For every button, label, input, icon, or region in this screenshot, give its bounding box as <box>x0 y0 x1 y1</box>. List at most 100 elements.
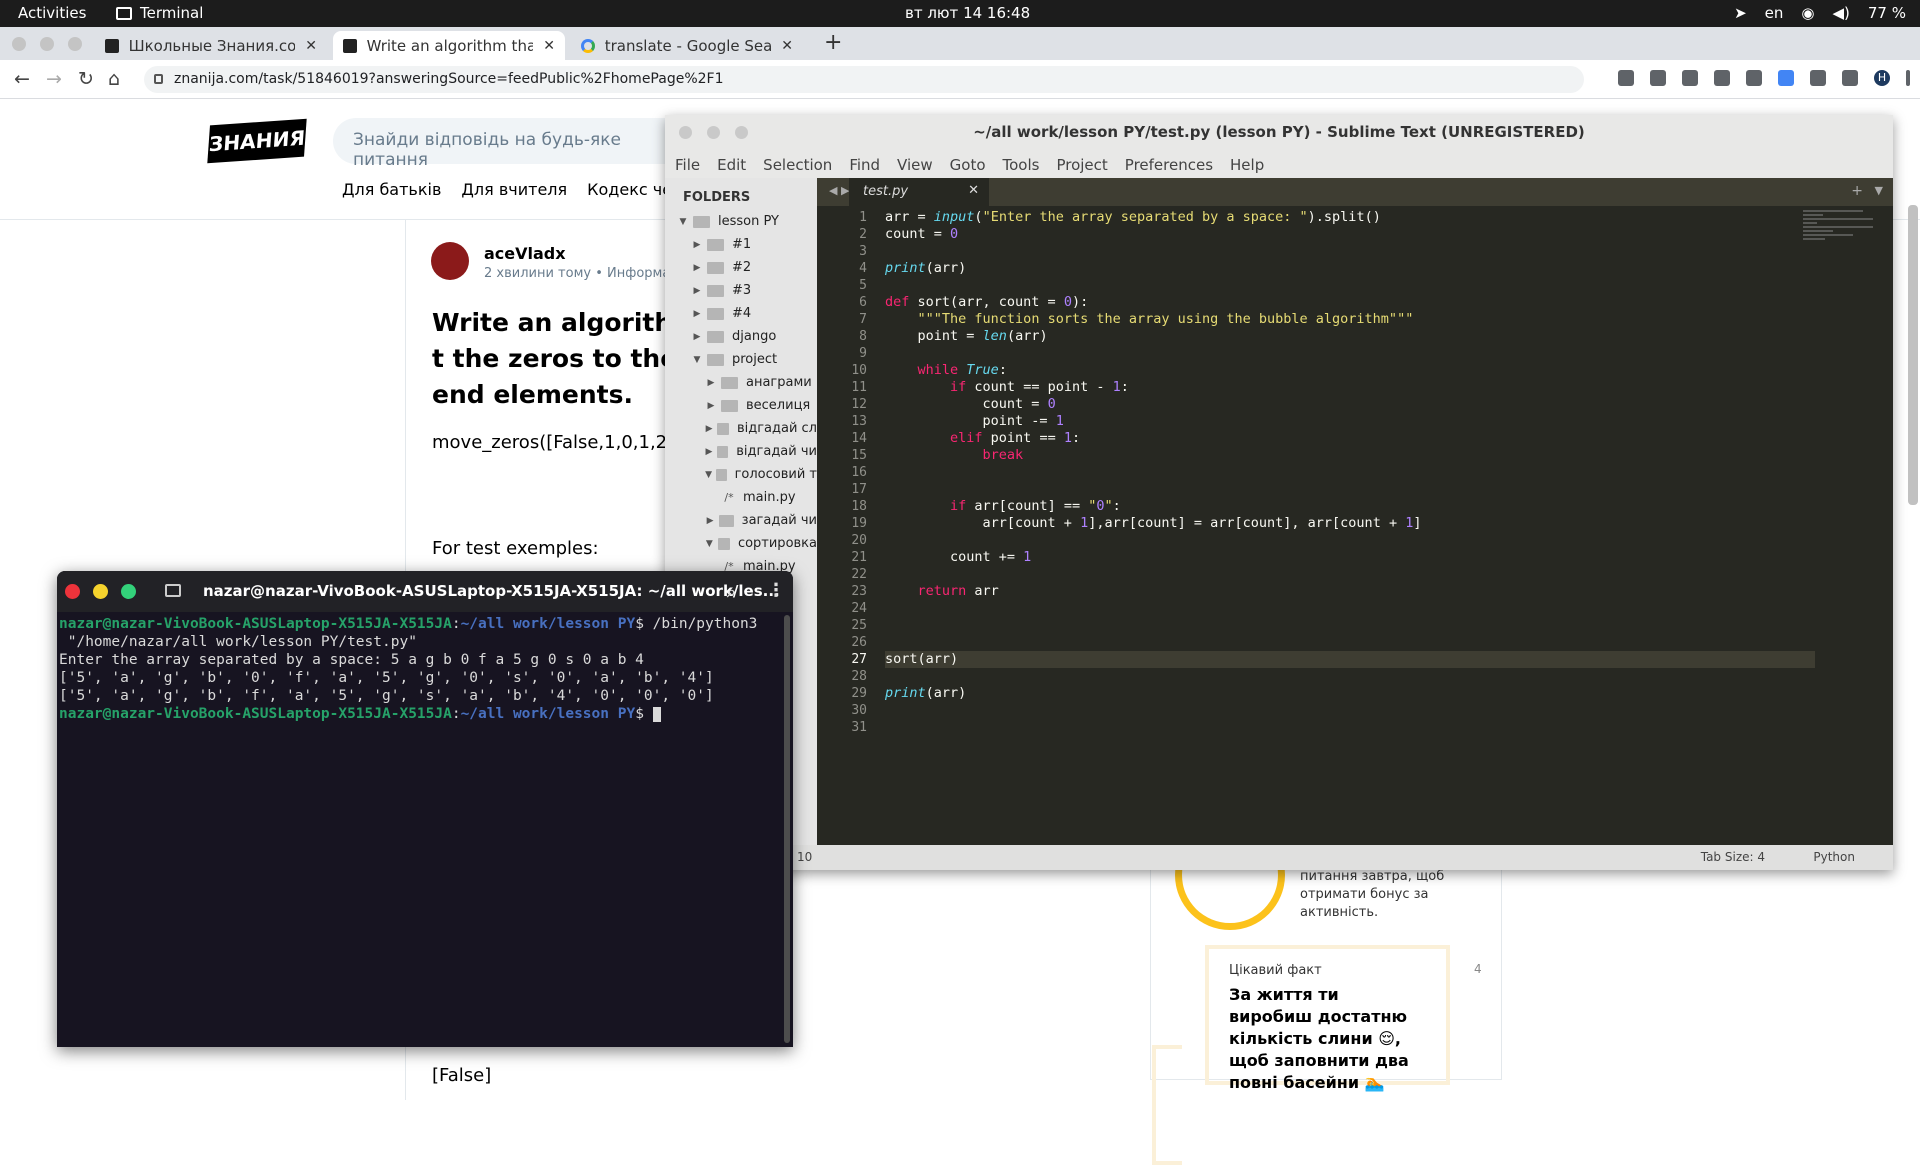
disclosure-arrow-icon[interactable]: ▼ <box>677 217 689 227</box>
code-editor[interactable]: arr = input("Enter the array separated b… <box>875 206 1815 845</box>
disclosure-arrow-icon[interactable]: ▶ <box>691 309 703 319</box>
menu-goto[interactable]: Goto <box>950 156 986 174</box>
reload-icon[interactable]: ↻ <box>78 68 94 90</box>
minimize-dot[interactable] <box>707 126 720 139</box>
tree-folder[interactable]: ▼ сортировка <box>665 532 817 555</box>
lock-icon[interactable] <box>154 74 163 84</box>
disclosure-arrow-icon[interactable]: ▶ <box>691 263 703 273</box>
disclosure-arrow-icon[interactable]: ▶ <box>691 240 703 250</box>
bookmark-star-icon[interactable] <box>1682 70 1698 86</box>
battery-label[interactable]: 77 % <box>1868 4 1906 22</box>
sublime-title-bar[interactable]: ~/all work/lesson PY/test.py (lesson PY)… <box>665 115 1893 150</box>
tree-folder[interactable]: ▶ #3 <box>665 279 817 302</box>
menu-selection[interactable]: Selection <box>763 156 832 174</box>
menu-kebab-icon[interactable] <box>1906 70 1910 86</box>
menu-tools[interactable]: Tools <box>1003 156 1040 174</box>
disclosure-arrow-icon[interactable]: ▶ <box>705 401 717 411</box>
activities-button[interactable]: Activities <box>18 4 86 22</box>
browser-tab-active[interactable]: Write an algorithm that t ✕ <box>333 31 565 60</box>
browser-tab[interactable]: translate - Google Search ✕ <box>571 31 803 60</box>
tree-folder[interactable]: ▶ анаграми <box>665 371 817 394</box>
disclosure-arrow-icon[interactable]: ▼ <box>705 539 714 549</box>
nav-link-teachers[interactable]: Для вчителя <box>461 180 567 199</box>
menu-file[interactable]: File <box>675 156 700 174</box>
close-tab-icon[interactable]: ✕ <box>968 183 979 198</box>
disclosure-arrow-icon[interactable]: /* <box>719 491 739 504</box>
disclosure-arrow-icon[interactable]: ▼ <box>691 355 703 365</box>
tree-folder[interactable]: ▶ відгадай чи <box>665 440 817 463</box>
wifi-icon[interactable]: ◉ <box>1801 4 1814 22</box>
new-tab-icon[interactable]: + <box>824 30 842 55</box>
close-tab-icon[interactable]: ✕ <box>781 38 793 54</box>
zoom-icon[interactable] <box>1618 70 1634 86</box>
tree-folder[interactable]: ▼ project <box>665 348 817 371</box>
tree-file[interactable]: /* main.py <box>665 486 817 509</box>
sidepanel-icon[interactable] <box>1842 70 1858 86</box>
extension-pen-icon[interactable] <box>1714 70 1730 86</box>
system-tray[interactable]: ➤ en ◉ ◀) 77 % <box>1734 4 1906 22</box>
author-avatar[interactable] <box>431 242 469 280</box>
terminal-scrollbar[interactable] <box>784 615 790 1043</box>
keyboard-language[interactable]: en <box>1765 4 1784 22</box>
nav-link-parents[interactable]: Для батьків <box>342 180 441 199</box>
address-bar[interactable]: znanija.com/task/51846019?answeringSourc… <box>144 66 1584 93</box>
browser-tab[interactable]: Школьные Знания.com - ✕ <box>95 31 327 60</box>
menu-kebab-icon[interactable]: ⋮ <box>767 580 785 601</box>
volume-icon[interactable]: ◀) <box>1833 4 1850 22</box>
tab-nav-arrows-icon[interactable]: ◀ ▶ <box>829 184 849 197</box>
maximize-dot[interactable] <box>68 37 82 51</box>
disclosure-arrow-icon[interactable]: ▶ <box>691 332 703 342</box>
tree-folder[interactable]: ▶ #1 <box>665 233 817 256</box>
telegram-icon[interactable]: ➤ <box>1734 4 1747 22</box>
search-input[interactable]: Знайди відповідь на будь-яке питання <box>333 118 703 170</box>
znanija-logo[interactable]: ЗНАНИЯ <box>207 118 307 164</box>
home-icon[interactable]: ⌂ <box>108 68 120 90</box>
tab-list-icon[interactable]: ▼ <box>1875 184 1883 197</box>
tab-size-selector[interactable]: Tab Size: 4 <box>1701 850 1765 864</box>
disclosure-arrow-icon[interactable]: ▶ <box>705 516 715 526</box>
terminal-title-bar[interactable]: nazar@nazar-VivoBook-ASUSLaptop-X515JA-X… <box>57 571 793 612</box>
maximize-dot[interactable] <box>735 126 748 139</box>
editor-tab-active[interactable]: test.py ✕ <box>849 178 989 206</box>
close-dot[interactable] <box>65 584 80 599</box>
minimap[interactable] <box>1803 210 1873 280</box>
page-scrollbar[interactable] <box>1908 205 1918 505</box>
minimize-dot[interactable] <box>93 584 108 599</box>
menu-find[interactable]: Find <box>849 156 880 174</box>
author-name[interactable]: aceVladx <box>484 244 566 263</box>
tree-folder[interactable]: ▶ загадай чи <box>665 509 817 532</box>
menu-help[interactable]: Help <box>1230 156 1264 174</box>
menu-project[interactable]: Project <box>1056 156 1107 174</box>
menu-edit[interactable]: Edit <box>717 156 746 174</box>
disclosure-arrow-icon[interactable]: ▶ <box>705 447 713 457</box>
profile-avatar[interactable]: H <box>1874 70 1890 86</box>
close-tab-icon[interactable]: ✕ <box>543 38 555 54</box>
clock[interactable]: вт лют 14 16:48 <box>905 4 1030 22</box>
disclosure-arrow-icon[interactable]: ▶ <box>705 378 717 388</box>
disclosure-arrow-icon[interactable]: ▼ <box>705 470 712 480</box>
extension-icon[interactable] <box>1746 70 1762 86</box>
active-app-menu[interactable]: Terminal <box>116 4 203 22</box>
tree-folder[interactable]: ▶ #2 <box>665 256 817 279</box>
minimize-dot[interactable] <box>40 37 54 51</box>
close-dot[interactable] <box>679 126 692 139</box>
close-dot[interactable] <box>12 37 26 51</box>
tree-folder[interactable]: ▶ django <box>665 325 817 348</box>
new-tab-icon[interactable]: + <box>1851 183 1863 199</box>
tree-folder[interactable]: ▼ lesson PY <box>665 210 817 233</box>
disclosure-arrow-icon[interactable]: ▶ <box>691 286 703 296</box>
back-icon[interactable]: ← <box>14 68 30 90</box>
share-icon[interactable] <box>1650 70 1666 86</box>
terminal-output[interactable]: nazar@nazar-VivoBook-ASUSLaptop-X515JA-X… <box>59 615 779 723</box>
disclosure-arrow-icon[interactable]: ▶ <box>705 424 713 434</box>
tree-folder[interactable]: ▶ веселиця <box>665 394 817 417</box>
new-tab-icon[interactable] <box>165 584 181 597</box>
menu-preferences[interactable]: Preferences <box>1125 156 1213 174</box>
tree-folder[interactable]: ▶ #4 <box>665 302 817 325</box>
syntax-selector[interactable]: Python <box>1813 850 1855 864</box>
forward-icon[interactable]: → <box>46 68 62 90</box>
tree-folder[interactable]: ▼ голосовий т <box>665 463 817 486</box>
translate-icon[interactable] <box>1778 70 1794 86</box>
menu-view[interactable]: View <box>897 156 933 174</box>
tree-folder[interactable]: ▶ відгадай сл <box>665 417 817 440</box>
